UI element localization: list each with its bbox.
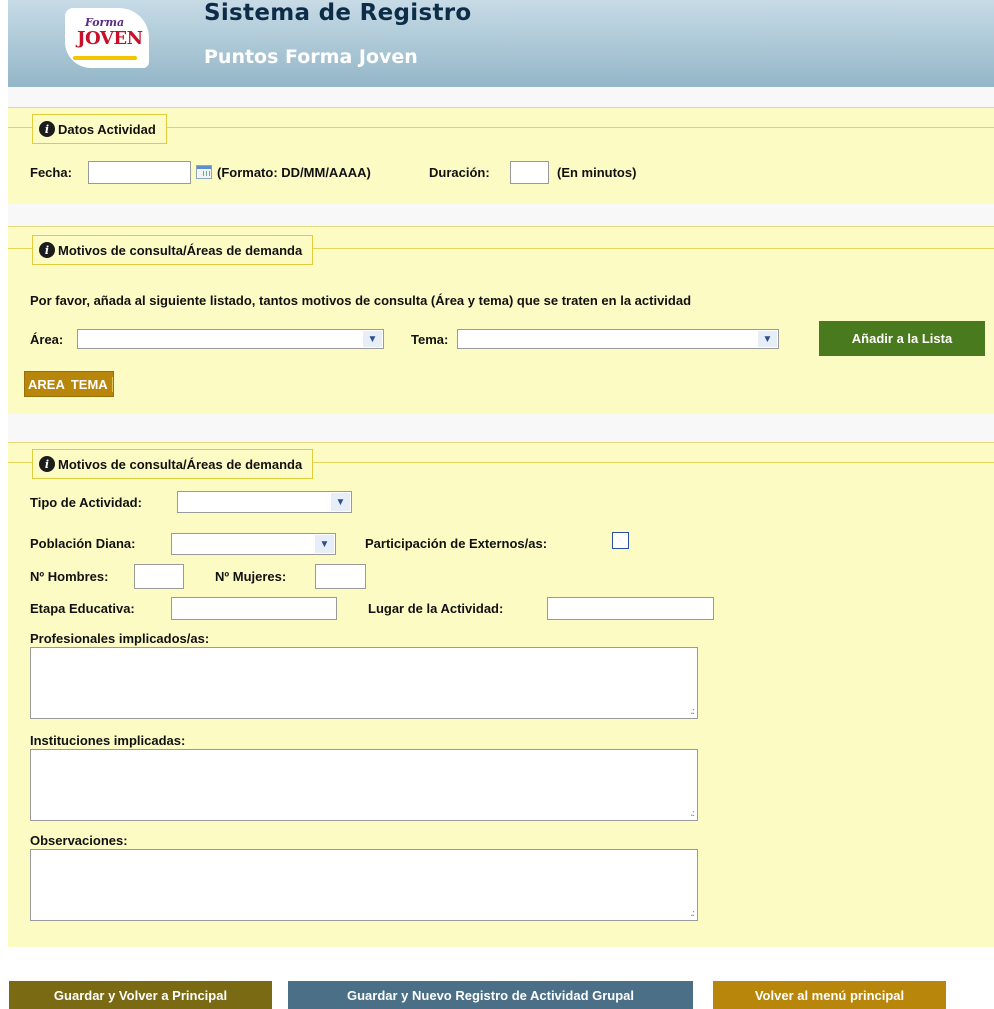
resize-grip-icon[interactable]: .: — [691, 707, 695, 716]
add-to-list-button[interactable]: Añadir a la Lista — [819, 321, 985, 356]
info-icon: i — [39, 121, 55, 137]
logo-stripe — [73, 56, 137, 60]
instituciones-textarea[interactable]: .: — [30, 749, 698, 821]
logo-text-joven: JOVEN — [77, 28, 143, 49]
legend-datos-actividad: i Datos Actividad — [32, 114, 167, 144]
hombres-input[interactable] — [134, 564, 184, 589]
participacion-externos-checkbox[interactable] — [612, 532, 629, 549]
calendar-icon[interactable] — [196, 165, 212, 179]
participacion-externos-label: Participación de Externos/as: — [365, 536, 548, 551]
back-to-menu-button[interactable]: Volver al menú principal — [713, 981, 946, 1009]
spacer-band — [8, 414, 994, 442]
fecha-input[interactable] — [88, 161, 191, 184]
section-datos-actividad: i Datos Actividad Fecha: (Formato: DD/MM… — [8, 107, 994, 205]
mujeres-label: Nº Mujeres: — [215, 569, 287, 584]
app-header: Forma JOVEN Sistema de Registro Puntos F… — [8, 0, 994, 87]
fecha-format-hint: (Formato: DD/MM/AAAA) — [217, 165, 371, 180]
poblacion-diana-label: Población Diana: — [30, 536, 136, 551]
mujeres-input[interactable] — [315, 564, 366, 589]
area-select[interactable]: ▼ — [77, 329, 384, 349]
chevron-down-icon: ▼ — [363, 331, 382, 347]
app-subtitle: Puntos Forma Joven — [204, 46, 418, 68]
tema-select[interactable]: ▼ — [457, 329, 779, 349]
legend-motivos-consulta-2: i Motivos de consulta/Áreas de demanda — [32, 449, 314, 479]
legend-motivos-consulta: i Motivos de consulta/Áreas de demanda — [32, 235, 314, 265]
info-icon: i — [39, 456, 55, 472]
save-and-back-button[interactable]: Guardar y Volver a Principal — [9, 981, 272, 1009]
resize-grip-icon[interactable]: .: — [691, 809, 695, 818]
legend-label: Motivos de consulta/Áreas de demanda — [58, 456, 303, 472]
resize-grip-icon[interactable]: .: — [691, 909, 695, 918]
profesionales-textarea[interactable]: .: — [30, 647, 698, 719]
etapa-educativa-input[interactable] — [171, 597, 337, 620]
instructions-text: Por favor, añada al siguiente listado, t… — [30, 293, 692, 308]
etapa-educativa-label: Etapa Educativa: — [30, 601, 135, 616]
spacer-band — [8, 204, 994, 226]
legend-label: Datos Actividad — [58, 121, 156, 137]
area-tema-table-header: AREA TEMA — [24, 371, 114, 397]
tema-label: Tema: — [411, 332, 449, 347]
section-motivos-consulta-area: i Motivos de consulta/Áreas de demanda P… — [8, 226, 994, 415]
spacer-band — [8, 87, 994, 107]
section-actividad-detalle: i Motivos de consulta/Áreas de demanda T… — [8, 442, 994, 948]
legend-label: Motivos de consulta/Áreas de demanda — [58, 242, 303, 258]
chevron-down-icon: ▼ — [758, 331, 777, 347]
column-header-area[interactable]: AREA — [25, 377, 68, 392]
column-header-tema[interactable]: TEMA — [68, 376, 113, 392]
chevron-down-icon: ▼ — [331, 493, 350, 511]
save-and-new-button[interactable]: Guardar y Nuevo Registro de Actividad Gr… — [288, 981, 693, 1009]
instituciones-label: Instituciones implicadas: — [30, 733, 186, 748]
duracion-label: Duración: — [429, 165, 490, 180]
forma-joven-logo: Forma JOVEN — [65, 8, 149, 68]
tipo-actividad-label: Tipo de Actividad: — [30, 495, 142, 510]
observaciones-textarea[interactable]: .: — [30, 849, 698, 921]
observaciones-label: Observaciones: — [30, 833, 128, 848]
tipo-actividad-select[interactable]: ▼ — [177, 491, 352, 513]
chevron-down-icon: ▼ — [315, 535, 334, 553]
fecha-label: Fecha: — [30, 165, 72, 180]
lugar-actividad-input[interactable] — [547, 597, 714, 620]
lugar-actividad-label: Lugar de la Actividad: — [368, 601, 504, 616]
duracion-hint: (En minutos) — [557, 165, 637, 180]
profesionales-label: Profesionales implicados/as: — [30, 631, 210, 646]
app-title: Sistema de Registro — [204, 0, 472, 26]
area-label: Área: — [30, 332, 64, 347]
poblacion-diana-select[interactable]: ▼ — [171, 533, 336, 555]
duracion-input[interactable] — [510, 161, 549, 184]
hombres-label: Nº Hombres: — [30, 569, 109, 584]
info-icon: i — [39, 242, 55, 258]
